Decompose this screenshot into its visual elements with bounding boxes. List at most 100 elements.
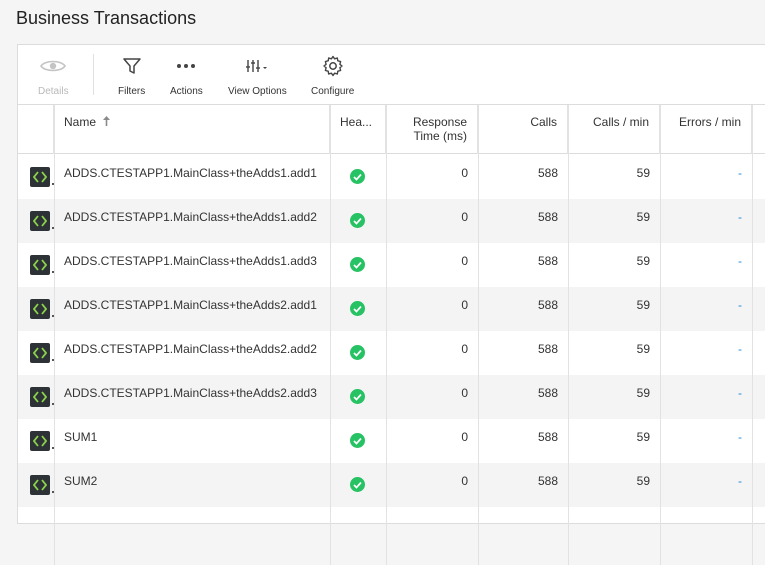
row-response-time: 0	[461, 298, 468, 312]
table-row[interactable]: ADDS.CTESTAPP1.MainClass+theAdds2.add1 0…	[18, 287, 765, 331]
business-transaction-icon	[30, 431, 50, 451]
row-errors-per-min[interactable]: -	[660, 287, 742, 331]
header-calls-per-min[interactable]: Calls / min	[568, 105, 660, 154]
row-errors-per-min[interactable]: -	[660, 375, 742, 419]
row-name[interactable]: ADDS.CTESTAPP1.MainClass+theAdds1.add3	[64, 243, 330, 287]
row-response-time: 0	[461, 342, 468, 356]
table-row[interactable]: ADDS.CTESTAPP1.MainClass+theAdds1.add2 0…	[18, 199, 765, 243]
business-transaction-icon	[30, 299, 50, 319]
health-ok-icon	[350, 257, 365, 272]
header-response-time[interactable]: Response Time (ms)	[386, 105, 478, 154]
row-calls: 588	[537, 342, 558, 356]
filter-icon	[122, 55, 142, 77]
business-transaction-icon	[30, 167, 50, 187]
column-divider	[478, 105, 479, 565]
health-ok-icon	[350, 169, 365, 184]
sliders-icon	[245, 55, 269, 77]
business-transaction-icon	[30, 255, 50, 275]
row-errors-per-min[interactable]: -	[660, 331, 742, 375]
row-response-time: 0	[461, 254, 468, 268]
business-transaction-icon	[30, 211, 50, 231]
row-calls: 588	[537, 166, 558, 180]
configure-label: Configure	[311, 86, 355, 97]
row-errors-per-min[interactable]: -	[660, 419, 742, 463]
view-options-label: View Options	[228, 86, 287, 97]
view-options-button[interactable]: View Options	[228, 55, 287, 97]
row-calls: 588	[537, 298, 558, 312]
business-transaction-icon	[30, 387, 50, 407]
header-calls[interactable]: Calls	[478, 105, 568, 154]
row-calls-per-min: 59	[636, 342, 650, 356]
table-row[interactable]: ADDS.CTESTAPP1.MainClass+theAdds2.add2 0…	[18, 331, 765, 375]
row-name[interactable]: ADDS.CTESTAPP1.MainClass+theAdds1.add2	[64, 199, 330, 243]
row-calls-per-min: 59	[636, 254, 650, 268]
row-calls: 588	[537, 210, 558, 224]
configure-button[interactable]: Configure	[311, 55, 354, 97]
table-row[interactable]: ADDS.CTESTAPP1.MainClass+theAdds2.add3 0…	[18, 375, 765, 419]
column-divider	[660, 105, 661, 565]
row-name[interactable]: ADDS.CTESTAPP1.MainClass+theAdds2.add1	[64, 287, 330, 331]
row-name[interactable]: SUM1	[64, 419, 330, 463]
row-name[interactable]: ADDS.CTESTAPP1.MainClass+theAdds2.add2	[64, 331, 330, 375]
transactions-panel: Details Filters Actions View Options Con…	[17, 44, 765, 565]
row-calls: 588	[537, 254, 558, 268]
row-errors-per-min[interactable]: -	[660, 243, 742, 287]
filters-button[interactable]: Filters	[118, 55, 145, 97]
header-errors-per-min[interactable]: Errors / min	[660, 105, 752, 154]
toolbar-divider	[93, 54, 94, 95]
row-calls-per-min: 59	[636, 166, 650, 180]
row-calls: 588	[537, 386, 558, 400]
column-divider	[752, 105, 753, 565]
row-calls-per-min: 59	[636, 386, 650, 400]
header-icon-column	[18, 105, 54, 154]
row-calls-per-min: 59	[636, 430, 650, 444]
row-calls-per-min: 59	[636, 298, 650, 312]
gear-icon	[322, 55, 344, 77]
row-calls-per-min: 59	[636, 474, 650, 488]
table-row[interactable]: ADDS.CTESTAPP1.MainClass+theAdds1.add1 0…	[18, 155, 765, 199]
row-response-time: 0	[461, 430, 468, 444]
business-transaction-icon	[30, 343, 50, 363]
page-title: Business Transactions	[16, 8, 197, 28]
more-dots-icon	[176, 55, 196, 77]
row-response-time: 0	[461, 166, 468, 180]
column-divider	[54, 105, 55, 565]
row-calls-per-min: 59	[636, 210, 650, 224]
row-response-time: 0	[461, 474, 468, 488]
row-errors-per-min[interactable]: -	[660, 199, 742, 243]
health-ok-icon	[350, 301, 365, 316]
sort-ascending-icon	[102, 115, 111, 130]
header-response-line2: Time (ms)	[413, 129, 467, 143]
actions-button[interactable]: Actions	[170, 55, 203, 97]
row-name[interactable]: ADDS.CTESTAPP1.MainClass+theAdds2.add3	[64, 375, 330, 419]
header-health[interactable]: Hea...	[330, 105, 386, 154]
row-name[interactable]: ADDS.CTESTAPP1.MainClass+theAdds1.add1	[64, 155, 330, 199]
header-name[interactable]: Name	[54, 105, 330, 154]
health-ok-icon	[350, 433, 365, 448]
row-errors-per-min[interactable]: -	[660, 155, 742, 199]
details-label: Details	[38, 86, 69, 97]
table-body: ADDS.CTESTAPP1.MainClass+theAdds1.add1 0…	[18, 155, 765, 507]
table-row[interactable]: ADDS.CTESTAPP1.MainClass+theAdds1.add3 0…	[18, 243, 765, 287]
header-extra	[752, 105, 765, 154]
column-divider	[386, 105, 387, 565]
business-transaction-icon	[30, 475, 50, 495]
row-response-time: 0	[461, 210, 468, 224]
filters-label: Filters	[118, 86, 146, 97]
health-ok-icon	[350, 213, 365, 228]
details-button[interactable]: Details	[38, 55, 69, 97]
table-header: Name Hea... Response Time (ms) Calls Cal…	[18, 105, 765, 154]
row-errors-per-min[interactable]: -	[660, 463, 742, 507]
eye-icon	[40, 55, 67, 77]
toolbar: Details Filters Actions View Options Con…	[18, 45, 765, 105]
row-calls: 588	[537, 474, 558, 488]
header-name-label: Name	[64, 115, 97, 129]
column-divider	[330, 105, 331, 565]
row-calls: 588	[537, 430, 558, 444]
table-row[interactable]: SUM1 0 588 59 -	[18, 419, 765, 463]
health-ok-icon	[350, 389, 365, 404]
row-name[interactable]: SUM2	[64, 463, 330, 507]
header-response-line1: Response	[412, 115, 467, 129]
table-row[interactable]: SUM2 0 588 59 -	[18, 463, 765, 507]
health-ok-icon	[350, 477, 365, 492]
